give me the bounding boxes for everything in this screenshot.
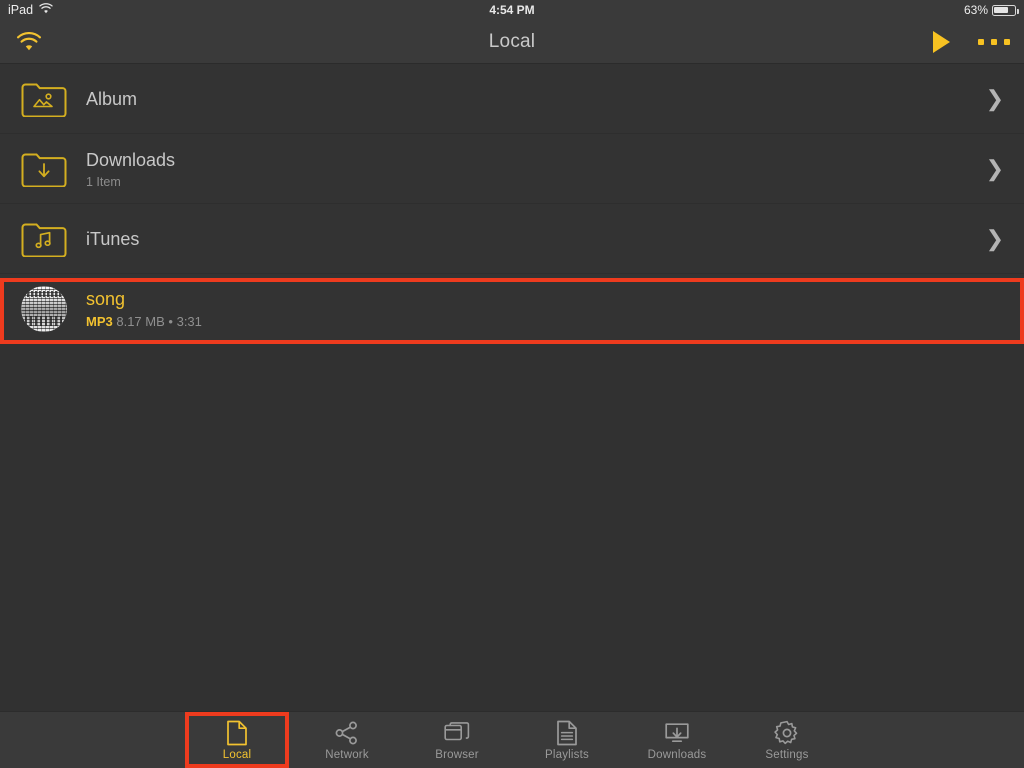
more-options-icon[interactable] — [978, 38, 1010, 45]
chevron-right-icon: ❯ — [985, 86, 1004, 111]
tab-local[interactable]: Local — [182, 712, 292, 768]
list-item[interactable]: Downloads 1 Item ❯ — [0, 134, 1024, 204]
page-title: Local — [488, 30, 536, 52]
tab-settings[interactable]: Settings — [732, 712, 842, 768]
share-icon — [334, 720, 360, 746]
folder-download-icon — [20, 151, 68, 187]
app-root: iPad 4:54 PM 63% Local Album ❯ Downloads… — [0, 0, 1024, 768]
album-art-thumbnail — [20, 286, 68, 332]
song-duration: 3:31 — [176, 314, 202, 329]
tab-downloads[interactable]: Downloads — [622, 712, 732, 768]
status-bar: iPad 4:54 PM 63% — [0, 0, 1024, 20]
list-item-title: iTunes — [86, 229, 140, 249]
chevron-right-icon: ❯ — [985, 226, 1004, 251]
battery-percent: 63% — [963, 3, 988, 17]
tab-label: Settings — [765, 748, 809, 761]
song-format: MP3 — [86, 314, 113, 329]
list-item-subtitle: 1 Item — [86, 174, 121, 189]
folder-photo-icon — [20, 81, 68, 117]
status-bar-right: 63% — [963, 3, 1019, 17]
navigation-bar: Local — [0, 20, 1024, 64]
tab-label: Downloads — [647, 748, 707, 761]
windows-icon — [444, 720, 470, 746]
list-item-title: Downloads — [86, 149, 176, 170]
song-title: song — [86, 289, 126, 309]
list-item-text: Album — [68, 88, 986, 110]
list-item-song[interactable]: song MP3 8.17 MB • 3:31 — [0, 274, 1024, 344]
tab-browser[interactable]: Browser — [402, 712, 512, 768]
battery-icon — [992, 4, 1019, 16]
tab-network[interactable]: Network — [292, 712, 402, 768]
tab-bar: Local Network Browser Playlists Download… — [0, 711, 1024, 768]
play-icon[interactable] — [933, 30, 950, 53]
list-item-title: Album — [86, 89, 138, 109]
tab-label: Playlists — [545, 748, 589, 761]
list-item-text: Downloads 1 Item — [68, 149, 986, 190]
status-bar-time: 4:54 PM — [489, 3, 535, 17]
song-separator: • — [168, 314, 173, 329]
gear-icon — [774, 720, 800, 746]
folder-music-icon — [20, 221, 68, 257]
file-list: Album ❯ Downloads 1 Item ❯ iTunes ❯ song… — [0, 64, 1024, 344]
chevron-right-icon: ❯ — [985, 156, 1004, 181]
document-icon — [226, 720, 248, 746]
list-item[interactable]: iTunes ❯ — [0, 204, 1024, 274]
list-item[interactable]: Album ❯ — [0, 64, 1024, 134]
list-item-text: iTunes — [68, 228, 986, 250]
song-text: song MP3 8.17 MB • 3:31 — [68, 288, 1004, 330]
song-metadata: MP3 8.17 MB • 3:31 — [86, 313, 1004, 330]
list-doc-icon — [556, 720, 578, 746]
tab-label: Browser — [435, 748, 479, 761]
navigation-actions — [933, 30, 1010, 53]
tab-playlists[interactable]: Playlists — [512, 712, 622, 768]
song-size: 8.17 MB — [116, 314, 165, 329]
tab-label: Network — [325, 748, 369, 761]
tab-label: Local — [222, 748, 252, 761]
download-icon — [664, 720, 690, 746]
